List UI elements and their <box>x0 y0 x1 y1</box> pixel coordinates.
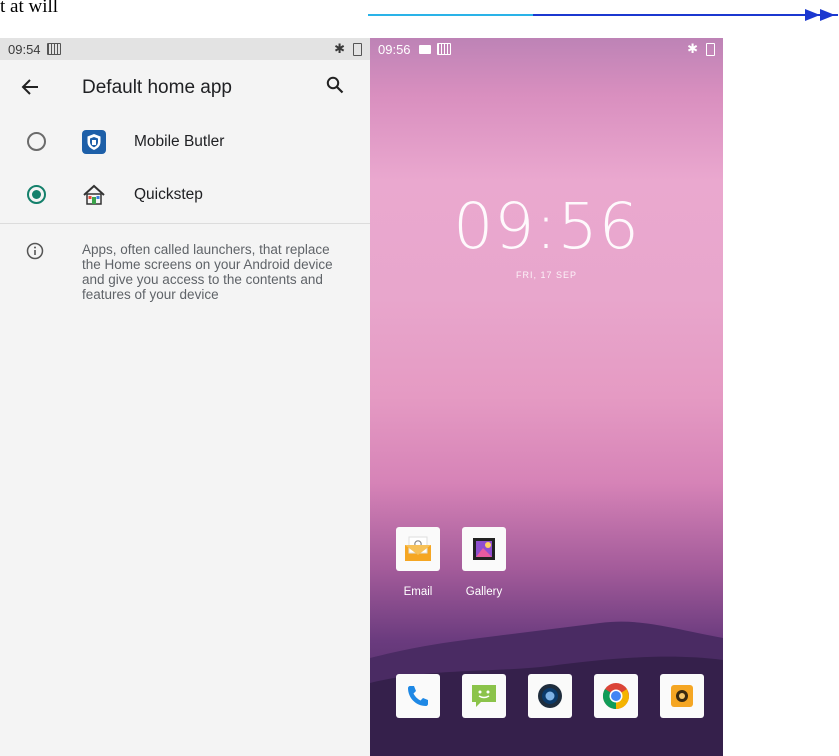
camera-icon <box>671 685 693 707</box>
status-bar: 09:56 ✱ <box>370 38 723 60</box>
email-label: Email <box>403 586 433 598</box>
email-app[interactable] <box>396 527 440 571</box>
camera-app[interactable] <box>660 674 704 718</box>
status-time: 09:54 <box>8 41 41 57</box>
gallery-icon <box>473 538 495 560</box>
search-button[interactable] <box>326 76 356 99</box>
gallery-app[interactable] <box>462 527 506 571</box>
chrome-app[interactable] <box>594 674 638 718</box>
settings-screen: 09:54 ✱ Default home app Mobile Butler Q… <box>0 38 370 756</box>
app-bar: Default home app <box>0 60 370 115</box>
option-label: Mobile Butler <box>134 132 225 150</box>
battery-icon <box>706 42 715 56</box>
page-title: Default home app <box>82 76 232 98</box>
notification-icon <box>46 43 61 55</box>
phone-icon <box>408 686 428 706</box>
house-icon <box>82 183 106 207</box>
bluetooth-icon: ✱ <box>334 41 345 56</box>
info-icon <box>26 242 44 260</box>
info-text: Apps, often called launchers, that repla… <box>82 242 333 302</box>
notification-icon <box>436 43 451 55</box>
messaging-icon <box>472 685 496 707</box>
music-icon <box>538 684 562 708</box>
battery-icon <box>353 42 362 56</box>
status-time: 09:56 <box>378 41 411 57</box>
email-icon <box>405 536 431 561</box>
option-mobile-butler[interactable]: Mobile Butler <box>0 115 370 168</box>
arrow-back-icon <box>21 78 38 95</box>
caption-text: t at will <box>0 0 59 17</box>
chrome-icon <box>602 683 630 710</box>
search-icon <box>326 76 344 94</box>
radio-button-selected[interactable] <box>27 185 46 204</box>
shield-icon <box>82 129 106 154</box>
image-notification-icon <box>418 44 431 54</box>
clock-widget[interactable]: 09:56 <box>370 190 723 263</box>
info-section: Apps, often called launchers, that repla… <box>0 224 370 302</box>
home-screen: 09:56 ✱ 09:56 FRI, 17 SEP Email Gallery <box>370 38 723 756</box>
back-button[interactable] <box>0 75 60 101</box>
option-quickstep[interactable]: Quickstep <box>0 168 370 221</box>
messaging-app[interactable] <box>462 674 506 718</box>
gallery-label: Gallery <box>465 586 503 598</box>
music-app[interactable] <box>528 674 572 718</box>
phone-app[interactable] <box>396 674 440 718</box>
flow-arrow <box>368 9 838 21</box>
option-label: Quickstep <box>134 185 203 203</box>
status-bar: 09:54 ✱ <box>0 38 370 60</box>
radio-button[interactable] <box>27 132 46 151</box>
bluetooth-icon: ✱ <box>687 41 698 56</box>
date-text: FRI, 17 SEP <box>515 270 578 280</box>
